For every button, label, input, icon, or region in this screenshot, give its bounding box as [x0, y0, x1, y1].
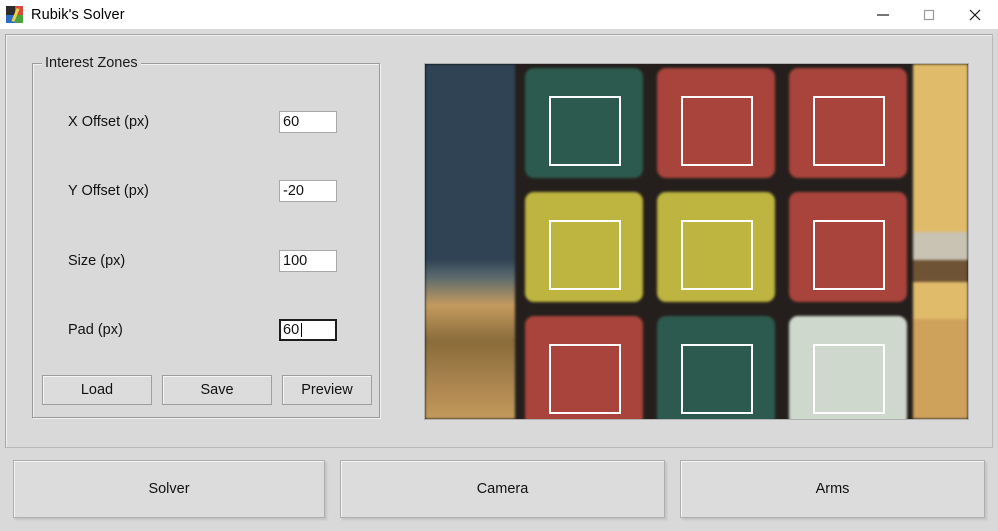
nav-button-camera[interactable]: Camera: [340, 460, 665, 518]
window-title: Rubik's Solver: [31, 6, 125, 23]
interest-zone-r2-c2: [681, 220, 753, 290]
nav-button-arms[interactable]: Arms: [680, 460, 985, 518]
interest-zone-r2-c1: [549, 220, 621, 290]
application-window: Rubik's Solver Interest Zones X Offset (…: [0, 0, 998, 531]
interest-zone-r1-c1: [549, 96, 621, 166]
interest-zone-r3-c3: [813, 344, 885, 414]
interest-zone-r3-c2: [681, 344, 753, 414]
field-row-x-offset: X Offset (px): [33, 111, 379, 133]
bottom-navigation: Solver Camera Arms: [0, 458, 998, 520]
field-row-size: Size (px): [33, 250, 379, 272]
load-button[interactable]: Load: [42, 375, 152, 405]
bottom-strip-text: ——— —— —— ——— — —— ———— —— — —— ——— —— —…: [205, 524, 538, 529]
y-offset-input[interactable]: [279, 180, 337, 202]
maximize-button[interactable]: [906, 0, 952, 29]
interest-zone-r1-c3: [813, 96, 885, 166]
interest-zones-legend: Interest Zones: [42, 55, 141, 71]
bottom-cutoff-strip: ——— —— —— ——— — —— ———— —— — —— ——— —— —…: [0, 524, 998, 531]
main-content-panel: Interest Zones X Offset (px) Y Offset (p…: [5, 34, 993, 448]
save-button[interactable]: Save: [162, 375, 272, 405]
preview-button[interactable]: Preview: [282, 375, 372, 405]
camera-preview-frame[interactable]: [424, 63, 969, 420]
interest-zone-r3-c1: [549, 344, 621, 414]
rubiks-cube-icon: [6, 6, 23, 23]
minimize-button[interactable]: [860, 0, 906, 29]
window-controls: [860, 0, 998, 29]
text-caret: [301, 323, 302, 337]
interest-zones-group: Interest Zones X Offset (px) Y Offset (p…: [32, 55, 380, 418]
y-offset-label: Y Offset (px): [68, 183, 149, 199]
field-row-y-offset: Y Offset (px): [33, 180, 379, 202]
close-button[interactable]: [952, 0, 998, 29]
size-input[interactable]: [279, 250, 337, 272]
nav-button-solver[interactable]: Solver: [13, 460, 325, 518]
title-bar: Rubik's Solver: [0, 0, 998, 29]
size-label: Size (px): [68, 253, 126, 269]
x-offset-label: X Offset (px): [68, 114, 150, 130]
interest-zone-r1-c2: [681, 96, 753, 166]
pad-input[interactable]: [279, 319, 337, 341]
interest-zone-r2-c3: [813, 220, 885, 290]
x-offset-input[interactable]: [279, 111, 337, 133]
pad-label: Pad (px): [68, 322, 123, 338]
field-row-pad: Pad (px): [33, 319, 379, 341]
